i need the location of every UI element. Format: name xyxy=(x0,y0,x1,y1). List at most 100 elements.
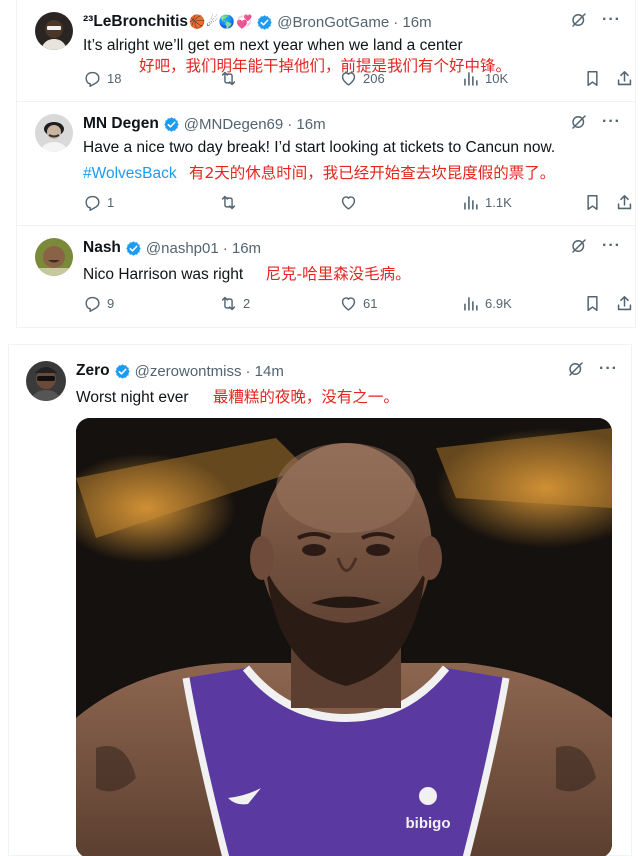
handle[interactable]: @nashp01 xyxy=(146,240,219,257)
display-name[interactable]: MN Degen xyxy=(83,115,159,133)
avatar[interactable] xyxy=(35,238,73,276)
display-name[interactable]: Zero xyxy=(76,362,110,380)
grok-icon[interactable] xyxy=(570,11,588,29)
more-icon[interactable]: ··· xyxy=(602,237,621,255)
basketball-emoji: 🏀 xyxy=(189,14,206,29)
tweet-text-line: Worst night ever 最糟糕的夜晚，没有之一。 xyxy=(76,385,399,407)
reply-icon xyxy=(83,294,102,313)
tweet-text: Worst night ever xyxy=(76,389,189,406)
tweet-text: Have a nice two day break! I’d start loo… xyxy=(83,139,556,156)
views-count: 1.1K xyxy=(485,195,512,210)
reply-count: 9 xyxy=(107,296,115,311)
action-bar: 1 1.1K xyxy=(83,193,635,213)
tweet-nash[interactable]: Nash @nashp01 · 16m ··· Nico Harrison wa… xyxy=(17,226,635,328)
timestamp[interactable]: · 14m xyxy=(246,363,284,380)
translation-text: 尼克-哈里森没毛病。 xyxy=(265,265,411,283)
like-button[interactable]: 206 xyxy=(339,69,385,88)
avatar[interactable] xyxy=(35,12,73,50)
jersey-sponsor-text: bibigo xyxy=(406,815,451,832)
views-button[interactable]: 10K xyxy=(461,69,508,88)
translation-text: 最糟糕的夜晚，没有之一。 xyxy=(212,388,399,406)
translation-text: 有2天的休息时间，我已经开始查去坎昆度假的票了。 xyxy=(188,164,556,182)
verified-badge-icon xyxy=(256,14,273,31)
globe-emoji: 🌎 xyxy=(218,14,236,29)
grok-icon[interactable] xyxy=(570,113,588,131)
views-button[interactable]: 1.1K xyxy=(461,193,512,212)
reply-count: 18 xyxy=(107,71,122,86)
action-bar: 9 2 61 6.9K xyxy=(83,294,635,314)
hashtag-link[interactable]: #WolvesBack xyxy=(83,165,177,182)
action-bar: 18 206 10K xyxy=(83,69,635,89)
reply-button[interactable]: 18 xyxy=(83,69,121,88)
views-count: 6.9K xyxy=(485,296,512,311)
retweet-button[interactable]: 2 xyxy=(219,294,250,313)
handle[interactable]: @zerowontmiss xyxy=(135,363,242,380)
grok-icon[interactable] xyxy=(570,237,588,255)
tweet-mndegen[interactable]: MN Degen @MNDegen69 · 16m ··· Have a nic… xyxy=(17,102,635,226)
share-icon xyxy=(615,294,634,313)
avatar[interactable] xyxy=(35,114,73,152)
like-count: 61 xyxy=(363,296,378,311)
like-icon xyxy=(339,69,358,88)
tweet-text-line: Nico Harrison was right 尼克-哈里森没毛病。 xyxy=(83,262,411,284)
reply-button[interactable]: 9 xyxy=(83,294,114,313)
bookmark-button[interactable] xyxy=(583,193,602,212)
tweet-text: It’s alright we’ll get em next year when… xyxy=(83,37,463,54)
bookmark-icon xyxy=(583,193,602,212)
tweet-header: Zero @zerowontmiss · 14m ··· xyxy=(76,360,618,382)
retweet-button[interactable] xyxy=(219,69,243,88)
views-icon xyxy=(461,69,480,88)
comet-emoji: ☄ xyxy=(206,14,218,29)
like-count: 206 xyxy=(363,71,385,86)
reply-button[interactable]: 1 xyxy=(83,193,114,212)
share-icon xyxy=(615,69,634,88)
reply-thread-card: ²³LeBronchitis 🏀 ☄ 🌎 💞 @BronGotGame · 16… xyxy=(16,0,636,328)
grok-icon[interactable] xyxy=(567,360,585,378)
more-icon[interactable]: ··· xyxy=(602,11,621,29)
more-icon[interactable]: ··· xyxy=(602,113,621,131)
bookmark-button[interactable] xyxy=(583,69,602,88)
timestamp[interactable]: · 16m xyxy=(287,116,325,133)
like-button[interactable]: 61 xyxy=(339,294,377,313)
retweet-count: 2 xyxy=(243,296,251,311)
tweet-header: MN Degen @MNDegen69 · 16m ··· xyxy=(83,113,635,135)
retweet-button[interactable] xyxy=(219,193,243,212)
share-button[interactable] xyxy=(615,193,634,212)
display-name[interactable]: Nash xyxy=(83,239,121,257)
tweet-header: Nash @nashp01 · 16m ··· xyxy=(83,237,635,259)
display-name[interactable]: ²³LeBronchitis xyxy=(83,13,188,31)
verified-badge-icon xyxy=(114,363,131,380)
share-button[interactable] xyxy=(615,294,634,313)
bookmark-button[interactable] xyxy=(583,294,602,313)
retweet-icon xyxy=(219,69,238,88)
hearts-emoji: 💞 xyxy=(236,14,253,29)
handle[interactable]: @MNDegen69 xyxy=(184,116,283,133)
tweet-media-photo[interactable]: bibigo xyxy=(76,418,612,856)
verified-badge-icon xyxy=(163,116,180,133)
name-emojis: 🏀 ☄ 🌎 💞 xyxy=(189,14,252,30)
bookmark-icon xyxy=(583,69,602,88)
share-icon xyxy=(615,193,634,212)
like-button[interactable] xyxy=(339,193,363,212)
handle[interactable]: @BronGotGame xyxy=(277,14,389,31)
avatar[interactable] xyxy=(26,361,66,401)
views-icon xyxy=(461,193,480,212)
reply-icon xyxy=(83,193,102,212)
verified-badge-icon xyxy=(125,240,142,257)
reply-count: 1 xyxy=(107,195,115,210)
timestamp[interactable]: · 16m xyxy=(393,14,431,31)
tweet-lebronchitis[interactable]: ²³LeBronchitis 🏀 ☄ 🌎 💞 @BronGotGame · 16… xyxy=(17,0,635,102)
bookmark-icon xyxy=(583,294,602,313)
views-icon xyxy=(461,294,480,313)
more-icon[interactable]: ··· xyxy=(599,360,618,378)
timestamp[interactable]: · 16m xyxy=(223,240,261,257)
like-icon xyxy=(339,193,358,212)
like-icon xyxy=(339,294,358,313)
views-button[interactable]: 6.9K xyxy=(461,294,512,313)
retweet-icon xyxy=(219,294,238,313)
tweet-text: Nico Harrison was right xyxy=(83,266,244,283)
reply-icon xyxy=(83,69,102,88)
player-photo-illustration: bibigo xyxy=(76,418,612,856)
share-button[interactable] xyxy=(615,69,634,88)
retweet-icon xyxy=(219,193,238,212)
